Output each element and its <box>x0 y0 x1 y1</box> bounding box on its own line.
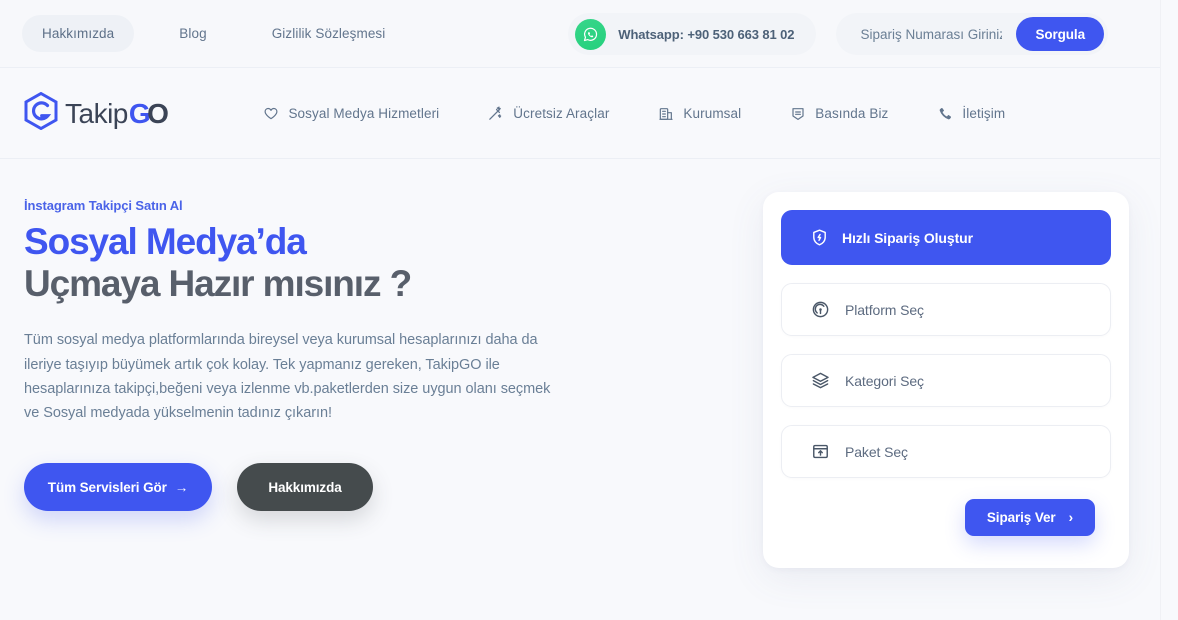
nav-item-sosyal-medya-hizmetleri[interactable]: Sosyal Medya Hizmetleri <box>262 105 463 122</box>
quick-order-label: Hızlı Sipariş Oluştur <box>842 229 973 246</box>
category-select-label: Kategori Seç <box>845 372 924 389</box>
nav-label: Basında Biz <box>815 106 889 121</box>
hero-cta-row: Tüm Servisleri Gör → Hakkımızda <box>24 463 624 512</box>
place-order-label: Sipariş Ver <box>986 510 1056 525</box>
hero-eyebrow: İnstagram Takipçi Satın Al <box>24 198 183 213</box>
topnav-item-gizlilik-sozlesmesi[interactable]: Gizlilik Sözleşmesi <box>252 15 406 52</box>
package-upload-icon <box>810 442 830 462</box>
quick-order-create-button[interactable]: Hızlı Sipariş Oluştur <box>781 210 1111 265</box>
whatsapp-icon <box>575 18 607 50</box>
nav-item-iletisim[interactable]: İletişim <box>912 105 1029 122</box>
nav-item-basinda-biz[interactable]: Basında Biz <box>765 105 912 122</box>
category-select[interactable]: Kategori Seç <box>781 354 1111 407</box>
wand-sparkle-icon <box>487 105 504 122</box>
logo-wordmark: Takip G O <box>65 97 169 130</box>
arrow-right-icon: → <box>174 479 189 495</box>
logo-text-o: O <box>147 97 169 129</box>
nav-label: İletişim <box>962 106 1006 121</box>
order-lookup-group: Sorgula <box>836 13 1108 55</box>
logo-text-takip: Takip <box>65 97 128 129</box>
site-logo[interactable]: Takip G O <box>24 91 169 135</box>
nav-label: Sosyal Medya Hizmetleri <box>288 106 440 121</box>
platform-select-label: Platform Seç <box>845 301 924 318</box>
nav-item-kurumsal[interactable]: Kurumsal <box>633 105 765 122</box>
platform-circle-icon <box>810 300 830 320</box>
hero-heading-line-1-wrap: Sosyal Medya’da <box>24 221 334 263</box>
building-icon <box>657 105 674 122</box>
phone-icon <box>936 105 953 122</box>
order-number-input[interactable] <box>860 26 1003 42</box>
order-lookup-submit-button[interactable]: Sorgula <box>1016 17 1104 51</box>
whatsapp-label: Whatsapp: +90 530 663 81 02 <box>618 26 795 42</box>
nav-label: Ücretsiz Araçlar <box>513 106 610 121</box>
hero-content: İnstagram Takipçi Satın Al Sosyal Medya’… <box>24 198 624 512</box>
view-all-services-button[interactable]: Tüm Servisleri Gör → <box>24 463 212 512</box>
hero-heading-line-2: Uçmaya Hazır mısınız ? <box>24 263 412 305</box>
takipgo-hex-logo-icon <box>24 91 58 135</box>
platform-select[interactable]: Platform Seç <box>781 283 1111 336</box>
about-us-button[interactable]: Hakkımızda <box>237 463 373 512</box>
primary-cta-label: Tüm Servisleri Gör <box>47 479 167 495</box>
hero-paragraph: Tüm sosyal medya platformlarında bireyse… <box>24 332 551 421</box>
page-title: Sosyal Medya’da Uçmaya Hazır mısınız ? <box>24 221 624 305</box>
nav-label: Kurumsal <box>683 106 742 121</box>
place-order-button[interactable]: Sipariş Ver › <box>964 499 1095 536</box>
whatsapp-contact-pill[interactable]: Whatsapp: +90 530 663 81 02 <box>568 13 817 55</box>
badge-document-icon <box>789 105 806 122</box>
package-select[interactable]: Paket Seç <box>781 425 1111 478</box>
quick-order-card: Hızlı Sipariş Oluştur Platform Seç Kateg… <box>763 192 1129 568</box>
layers-icon <box>810 371 830 391</box>
topnav-item-blog[interactable]: Blog <box>159 15 226 52</box>
primary-nav: Sosyal Medya Hizmetleri Ücretsiz Araçlar <box>262 105 1029 122</box>
order-submit-row: Sipariş Ver › <box>781 499 1111 536</box>
shield-bolt-icon <box>809 228 829 248</box>
top-utility-bar: Hakkımızda Blog Gizlilik Sözleşmesi What… <box>0 0 1160 68</box>
topnav-item-hakkimizda[interactable]: Hakkımızda <box>22 15 135 52</box>
nav-item-ucretsiz-araclar[interactable]: Ücretsiz Araçlar <box>463 105 633 122</box>
page-root: Hakkımızda Blog Gizlilik Sözleşmesi What… <box>0 0 1178 620</box>
hero-heading-line-1: Sosyal Medya’da <box>24 221 307 262</box>
site-header: Takip G O Sosyal Medya Hizmetleri Ücrets… <box>0 69 1160 159</box>
page-scrollbar[interactable] <box>1160 0 1178 620</box>
top-utility-right: Whatsapp: +90 530 663 81 02 Sorgula <box>568 0 1108 68</box>
top-utility-nav: Hakkımızda Blog Gizlilik Sözleşmesi <box>22 15 405 52</box>
chevron-right-icon: › <box>1068 510 1074 525</box>
package-select-label: Paket Seç <box>845 443 908 460</box>
heart-icon <box>262 105 279 122</box>
